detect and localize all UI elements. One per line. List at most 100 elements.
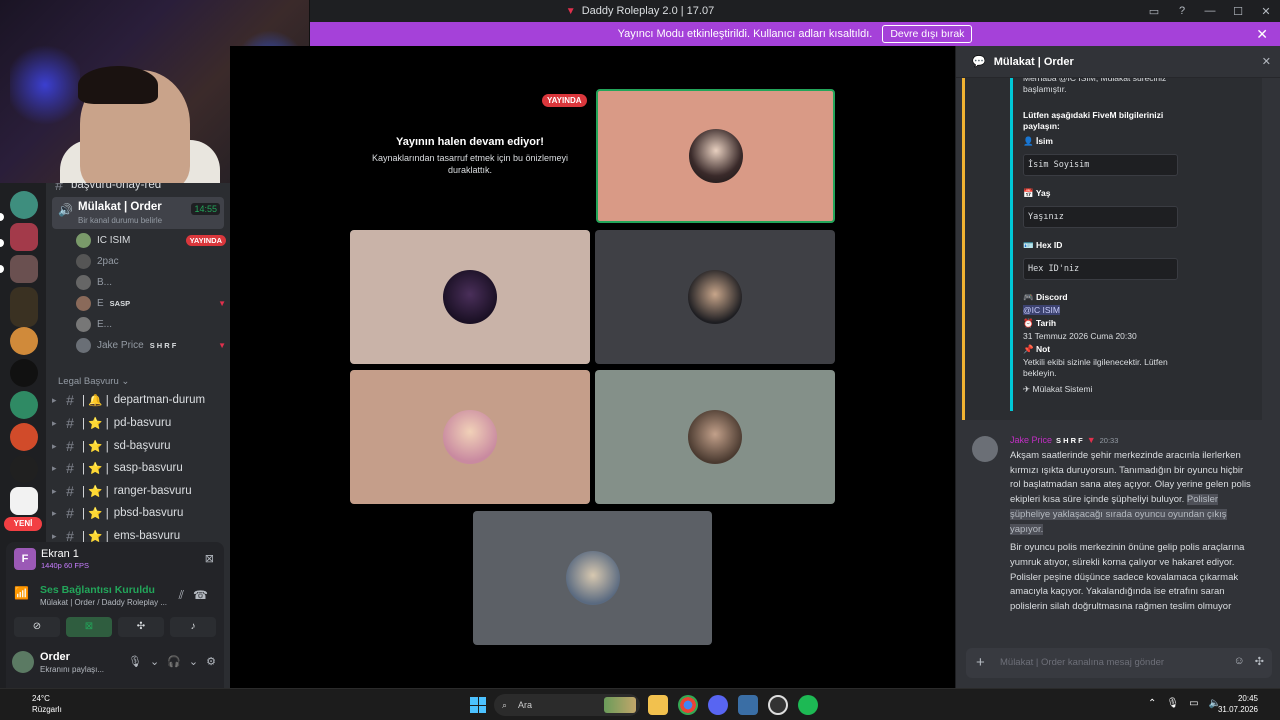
participant-tile[interactable] [595,370,835,504]
chevron-down-icon[interactable]: ⌄ [150,655,159,668]
voice-user[interactable]: IC ISIM YAYINDA [76,230,226,250]
channel-item[interactable]: ▸ # | ⭐ | ranger-basvuru [52,480,224,502]
stream-paused-title: Yayının halen devam ediyor! [396,136,544,148]
server-icon[interactable] [10,487,38,515]
avatar [12,651,34,673]
participant-tile[interactable] [350,370,590,504]
apps-icon[interactable]: ✣ [1255,655,1264,668]
server-icon[interactable] [10,255,38,283]
close-banner-icon[interactable]: ✕ [1256,26,1268,43]
hash-icon: # [55,183,63,193]
server-icon[interactable] [10,191,38,219]
new-badge[interactable]: YENİ [4,517,42,531]
chrome-icon[interactable] [678,695,698,715]
disable-streamer-mode-button[interactable]: Devre dışı bırak [882,25,973,43]
server-icon[interactable] [10,327,38,355]
voice-user[interactable]: B... [76,272,226,292]
message-author: Jake Price S H R F ▼ 20:33 [1010,435,1119,445]
chevron-down-icon[interactable]: ⌄ [189,655,198,668]
server-tag-icon: ▼ [1086,435,1096,445]
app-icon[interactable] [738,695,758,715]
participant-tile[interactable] [596,89,835,223]
person-icon: 👤 [1023,136,1034,146]
pin-icon: 📌 [1023,344,1034,354]
camera-off-button[interactable]: ⊘ [14,617,60,637]
spotify-icon[interactable] [798,695,818,715]
discord-icon[interactable] [708,695,728,715]
voice-status[interactable]: Ses Bağlantısı Kuruldu [40,584,155,596]
message-body: Akşam saatlerinde şehir merkezinde aracı… [1010,450,1251,613]
message-composer[interactable]: + Mülakat | Order kanalına mesaj gönder … [966,648,1272,678]
maximize-button[interactable]: ☐ [1224,5,1252,18]
inbox-icon[interactable]: ▭ [1140,5,1168,18]
app-icon[interactable] [768,695,788,715]
hash-icon: # [66,415,74,431]
minimize-button[interactable]: — [1196,5,1224,17]
server-icon[interactable] [10,223,38,251]
server-folder-icon[interactable] [10,287,38,327]
avatar[interactable] [972,436,998,462]
network-icon[interactable]: ▭ [1189,698,1198,709]
message-input[interactable]: Mülakat | Order kanalına mesaj gönder [1000,657,1164,668]
hash-icon: # [66,392,74,408]
hash-icon: # [66,460,74,476]
channel-item[interactable]: ▸ # | 🔔 | departman-durum [52,389,224,411]
close-chat-icon[interactable]: ✕ [1262,55,1271,68]
soundboard-button[interactable]: ♪ [170,617,216,637]
screen-share-icon: F [14,548,36,570]
chevron-up-icon[interactable]: ⌃ [1148,698,1156,709]
headphones-icon[interactable]: 🎧 [167,655,181,668]
emoji-icon[interactable]: ☺ [1234,655,1245,668]
voice-connection: 📶 Ses Bağlantısı Kuruldu Mülakat | Order… [14,582,214,612]
role-tag: SASP [109,298,131,308]
server-icon[interactable] [10,423,38,451]
taskbar-search[interactable]: ⌕ Ara [494,694,640,716]
server-icon[interactable] [10,455,38,483]
channel-item[interactable]: ▸ # | ⭐ | sd-başvuru [52,435,224,457]
channel-item[interactable]: ▸ # | ⭐ | pd-basvuru [52,412,224,434]
current-user[interactable]: Order Ekranını paylaşı... 🎙 ⌄ 🎧 ⌄ ⚙ [12,649,220,679]
participant-tile[interactable] [350,230,590,364]
window-controls: ▭ ? — ☐ ✕ [1140,0,1280,22]
avatar [565,551,620,605]
screen-share-button[interactable]: ⊠ [66,617,112,637]
voice-user[interactable]: E... [76,314,226,334]
server-icon[interactable] [10,359,38,387]
settings-gear-icon[interactable]: ⚙ [206,655,216,668]
help-icon[interactable]: ? [1168,5,1196,17]
voice-user[interactable]: E SASP ▼ [76,293,226,313]
activities-button[interactable]: ✣ [118,617,164,637]
avatar [76,232,91,248]
microphone-icon[interactable]: 🎙 [1166,698,1179,709]
add-attachment-icon[interactable]: + [976,654,985,671]
plane-icon: ✈ [1023,384,1031,394]
participant-tile[interactable] [473,511,712,645]
channel-item[interactable]: ▸ # | ⭐ | sasp-basvuru [52,457,224,479]
channel-item[interactable]: ▸ # | ⭐ | pbsd-basvuru [52,502,224,524]
weather-widget[interactable]: 24°C Rüzgarlı [32,694,62,716]
message-timestamp: 20:33 [1099,435,1119,445]
stop-stream-icon[interactable]: ⊠ [205,552,214,565]
file-explorer-icon[interactable] [648,695,668,715]
avatar [688,270,742,324]
participant-tile[interactable] [595,230,835,364]
start-button[interactable] [470,697,486,713]
category-legal-basvuru[interactable]: Legal Başvuru ⌄ [58,376,129,387]
server-icon[interactable] [10,391,38,419]
microphone-icon[interactable]: 🎙 [128,655,142,668]
disconnect-icon[interactable]: ☎ [193,588,208,602]
role-tag: S H R F [149,340,177,350]
voice-user[interactable]: 2pac [76,251,226,271]
signal-icon[interactable]: 📶 [14,586,29,600]
noise-suppression-icon[interactable]: ⫽ [179,588,184,603]
clock[interactable]: 20:45 31.07.2026 [1218,693,1258,715]
close-window-button[interactable]: ✕ [1252,5,1280,18]
live-badge: YAYINDA [542,94,587,107]
channel-item[interactable]: # başvuru-onay-red [52,183,224,196]
voice-user[interactable]: Jake Price S H R F ▼ [76,335,226,355]
avatar [76,316,91,332]
active-voice-channel[interactable]: 🔊 Mülakat | Order Bir kanal durumu belir… [52,197,224,229]
user-mention[interactable]: @IC ISIM [1023,305,1060,315]
chevron-down-icon: ⌄ [121,376,130,387]
channel-status-hint[interactable]: Bir kanal durumu belirle [78,216,162,225]
